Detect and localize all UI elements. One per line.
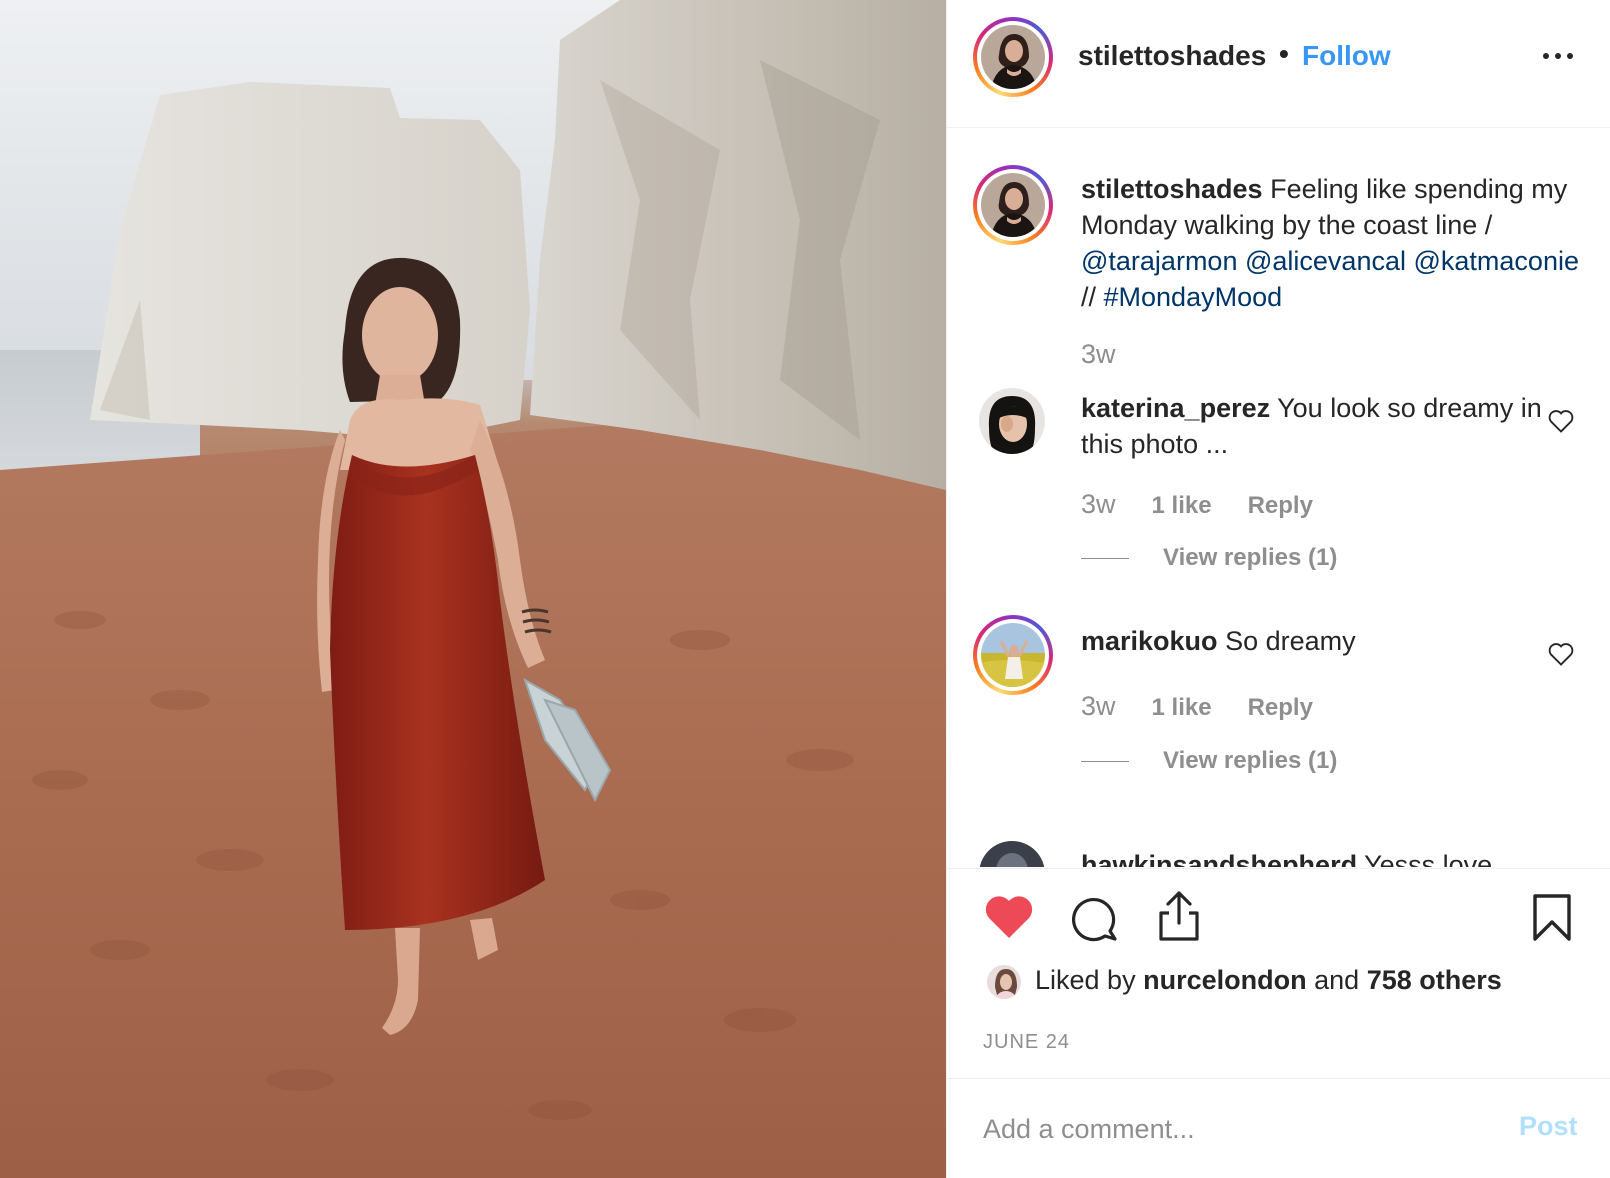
liker-avatar-image xyxy=(987,965,1021,999)
comment-username-hawkins[interactable]: hawkinsandshepherd xyxy=(1081,850,1357,867)
liked-by-summary: Liked by nurcelondon and 758 others xyxy=(1035,965,1502,996)
post-actions: Liked by nurcelondon and 758 others JUNE… xyxy=(947,868,1610,1078)
comment-text-marikokuo: marikokuo So dreamy xyxy=(1081,623,1581,659)
more-options-icon[interactable] xyxy=(1541,40,1575,70)
liked-by-and: and xyxy=(1314,965,1360,995)
reply-button[interactable]: Reply xyxy=(1248,492,1313,519)
liked-by-prefix: Liked by xyxy=(1035,965,1136,995)
comment-body-hawkins: Yesss love xyxy=(1364,850,1493,867)
separator-dot: • xyxy=(1279,38,1289,69)
post-details-panel: stilettoshades • Follow stilettoshades F… xyxy=(946,0,1610,1178)
author-avatar[interactable] xyxy=(973,17,1053,97)
comment-meta-katerina: 3w 1 like Reply xyxy=(1081,489,1349,520)
follow-button[interactable]: Follow xyxy=(1302,40,1391,72)
view-replies-label: View replies (1) xyxy=(1163,747,1338,774)
marikokuo-avatar-image xyxy=(981,623,1045,687)
bookmark-icon[interactable] xyxy=(1531,893,1573,943)
like-comment-heart-icon[interactable] xyxy=(1547,641,1575,667)
comment-text-katerina: katerina_perez You look so dreamy in thi… xyxy=(1081,390,1581,462)
comment-timestamp[interactable]: 3w xyxy=(1081,489,1116,519)
post-photo-illustration xyxy=(0,0,946,1178)
mention-alicevancal[interactable]: @alicevancal xyxy=(1245,246,1406,276)
caption-timestamp[interactable]: 3w xyxy=(1081,339,1116,369)
add-comment-input[interactable] xyxy=(983,1107,1483,1151)
caption-username[interactable]: stilettoshades xyxy=(1081,174,1263,204)
hawkins-avatar-image xyxy=(979,841,1045,867)
reply-button[interactable]: Reply xyxy=(1248,694,1313,721)
comment-username-katerina[interactable]: katerina_perez xyxy=(1081,393,1270,423)
like-comment-heart-icon[interactable] xyxy=(1547,408,1575,434)
post-date[interactable]: JUNE 24 xyxy=(983,1031,1070,1054)
mention-tarajarmon[interactable]: @tarajarmon xyxy=(1081,246,1237,276)
replies-divider-line xyxy=(1081,761,1129,763)
comment-likes-count[interactable]: 1 like xyxy=(1152,694,1212,721)
post-header: stilettoshades • Follow xyxy=(947,0,1610,128)
share-icon[interactable] xyxy=(1155,889,1203,943)
view-replies-button[interactable]: View replies (1) xyxy=(1081,747,1337,775)
caption-separator: // xyxy=(1081,282,1104,312)
comment-avatar-katerina[interactable] xyxy=(979,388,1045,454)
comment-avatar-marikokuo[interactable] xyxy=(973,615,1053,695)
like-heart-icon[interactable] xyxy=(983,893,1035,941)
comment-username-marikokuo[interactable]: marikokuo xyxy=(1081,626,1218,656)
comment-text-hawkins: hawkinsandshepherd Yesss love xyxy=(1081,847,1581,867)
add-comment-bar: Post xyxy=(947,1078,1610,1178)
view-replies-button[interactable]: View replies (1) xyxy=(1081,544,1337,572)
view-replies-label: View replies (1) xyxy=(1163,544,1338,571)
post-photo[interactable] xyxy=(0,0,946,1178)
comment-body-marikokuo: So dreamy xyxy=(1225,626,1356,656)
author-username[interactable]: stilettoshades xyxy=(1078,40,1266,72)
caption-meta: 3w xyxy=(1081,339,1152,370)
comment-avatar-hawkins[interactable] xyxy=(979,841,1045,867)
replies-divider-line xyxy=(1081,558,1129,560)
post-comment-button[interactable]: Post xyxy=(1519,1111,1578,1142)
caption-text: stilettoshades Feeling like spending my … xyxy=(1081,171,1581,315)
comment-meta-marikokuo: 3w 1 like Reply xyxy=(1081,691,1349,722)
liker-avatar[interactable] xyxy=(985,963,1023,1001)
hashtag-mondaymood[interactable]: #MondayMood xyxy=(1104,282,1283,312)
comment-bubble-icon[interactable] xyxy=(1069,893,1119,943)
katerina-avatar-image xyxy=(979,388,1045,454)
author-avatar-image xyxy=(981,25,1045,89)
caption-avatar-image xyxy=(981,173,1045,237)
comment-timestamp[interactable]: 3w xyxy=(1081,691,1116,721)
caption-author-avatar[interactable] xyxy=(973,165,1053,245)
mention-katmaconie[interactable]: @katmaconie xyxy=(1414,246,1579,276)
comments-list[interactable]: stilettoshades Feeling like spending my … xyxy=(947,129,1610,867)
liked-by-user[interactable]: nurcelondon xyxy=(1143,965,1307,995)
comment-likes-count[interactable]: 1 like xyxy=(1152,492,1212,519)
liked-by-others[interactable]: 758 others xyxy=(1367,965,1502,995)
